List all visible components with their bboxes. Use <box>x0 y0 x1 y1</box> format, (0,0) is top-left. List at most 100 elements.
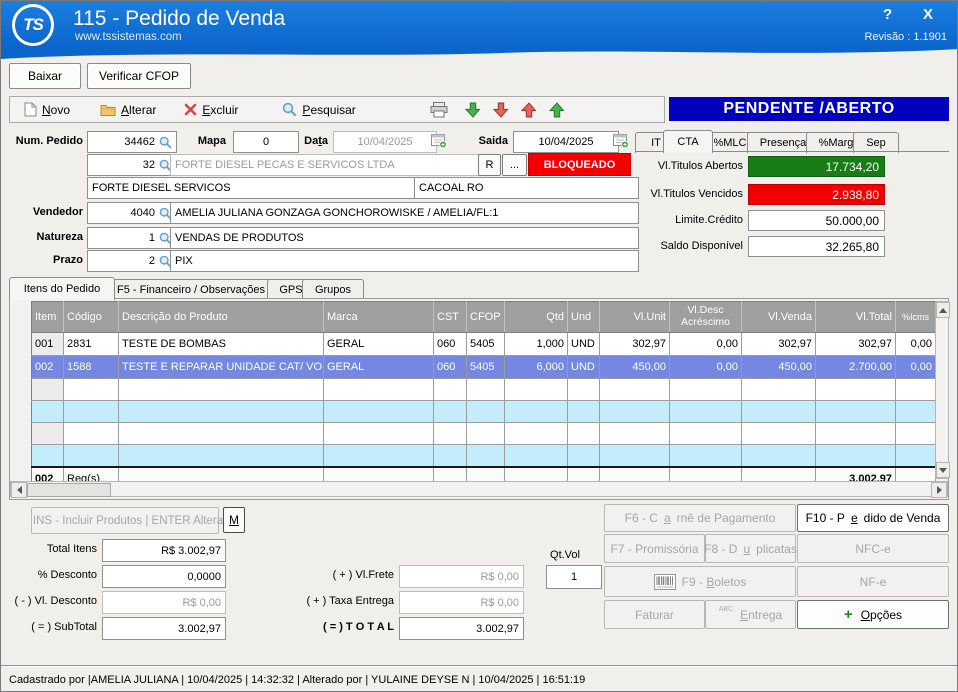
revision-label: Revisão : 1.1901 <box>864 31 947 43</box>
vertical-scrollbar[interactable] <box>935 301 949 479</box>
pesquisar-button[interactable]: Pesquisar <box>282 102 355 117</box>
print-icon <box>430 102 449 118</box>
data-field[interactable]: 10/04/2025 <box>333 131 437 153</box>
prazo-codigo-field[interactable]: 2 <box>87 250 177 272</box>
plus-icon: + <box>844 606 853 623</box>
close-button[interactable]: X <box>923 6 933 23</box>
mapa-field[interactable]: 0 <box>233 131 299 153</box>
prazo-nome-field[interactable]: PIX <box>170 250 639 272</box>
move-up-red-button[interactable] <box>521 102 537 118</box>
move-down-red-button[interactable] <box>493 102 509 118</box>
natureza-codigo-field[interactable]: 1 <box>87 227 177 249</box>
move-up-green-button[interactable] <box>549 102 565 118</box>
excluir-button[interactable]: Excluir <box>184 103 238 117</box>
tab-itens-do-pedido[interactable]: Itens do Pedido <box>9 277 115 300</box>
f6-carne-pagamento-button[interactable]: F6 - Carnê de Pagamento <box>604 504 796 532</box>
perc-desconto-label: % Desconto <box>1 569 97 581</box>
table-row-empty[interactable] <box>32 379 936 401</box>
table-row-empty[interactable] <box>32 401 936 423</box>
natureza-nome-field[interactable]: VENDAS DE PRODUTOS <box>170 227 639 249</box>
ins-incluir-produtos-button[interactable]: INS - Incluir Produtos | ENTER Altera <box>31 507 219 534</box>
col-descricao[interactable]: Descrição do Produto <box>119 302 324 333</box>
vl-desconto-field[interactable]: R$ 0,00 <box>102 591 226 614</box>
scroll-down-icon[interactable] <box>936 462 950 478</box>
alterar-label: Alterar <box>121 103 156 117</box>
r-button[interactable]: R <box>478 154 501 176</box>
alterar-button[interactable]: Alterar <box>100 103 156 117</box>
novo-button[interactable]: Novo <box>24 102 70 117</box>
col-und[interactable]: Und <box>568 302 600 333</box>
scroll-up-icon[interactable] <box>936 302 950 318</box>
scroll-right-icon[interactable] <box>931 482 947 498</box>
nfce-button[interactable]: NFC-e <box>797 534 949 563</box>
opcoes-button[interactable]: + Opções <box>797 600 949 629</box>
saida-field[interactable]: 10/04/2025 <box>513 131 619 153</box>
taxa-entrega-label: ( + ) Taxa Entrega <box>281 595 394 607</box>
col-codigo[interactable]: Código <box>64 302 119 333</box>
baixar-button[interactable]: Baixar <box>9 63 81 89</box>
col-marca[interactable]: Marca <box>324 302 434 333</box>
horizontal-scrollbar[interactable] <box>10 481 948 497</box>
table-row-empty[interactable] <box>32 445 936 468</box>
limite-credito-label: Limite.Crédito <box>635 214 743 226</box>
abc-icon: ABC <box>719 606 733 613</box>
m-button[interactable]: M <box>223 507 245 533</box>
table-row-selected[interactable]: 002 1588 TESTE E REPARAR UNIDADE CAT/ VO… <box>32 356 936 379</box>
print-button[interactable] <box>430 102 449 118</box>
scroll-left-icon[interactable] <box>11 482 27 498</box>
vendedor-label: Vendedor <box>1 206 83 218</box>
calendar-icon[interactable] <box>431 132 447 148</box>
tab-sep[interactable]: Sep <box>853 132 899 153</box>
col-cst[interactable]: CST <box>434 302 467 333</box>
f7-promissoria-button[interactable]: F7 - Promissória <box>604 534 705 563</box>
status-badge: PENDENTE /ABERTO <box>669 97 949 121</box>
col-vl-desc[interactable]: Vl.Desc Acréscimo <box>670 302 742 333</box>
verificar-cfop-button[interactable]: Verificar CFOP <box>87 63 191 89</box>
vendedor-codigo-field[interactable]: 4040 <box>87 202 177 224</box>
col-icms[interactable]: %Icms <box>896 302 936 333</box>
move-down-green-button[interactable] <box>465 102 481 118</box>
f8-duplicatas-button[interactable]: F8 - Duplicatas <box>705 534 796 563</box>
qtvol-field[interactable]: 1 <box>546 565 602 589</box>
col-vl-total[interactable]: Vl.Total <box>816 302 896 333</box>
titlebar-wave <box>1 47 958 61</box>
col-vl-unit[interactable]: Vl.Unit <box>600 302 670 333</box>
cidade-field[interactable]: CACOAL RO <box>414 177 639 199</box>
vl-frete-field[interactable]: R$ 0,00 <box>399 565 524 588</box>
col-cfop[interactable]: CFOP <box>467 302 505 333</box>
nfe-button[interactable]: NF-e <box>797 566 949 597</box>
tab-grupos[interactable]: Grupos <box>302 279 364 300</box>
natureza-label: Natureza <box>1 231 83 243</box>
titulos-abertos-label: Vl.Titulos Abertos <box>635 160 743 172</box>
entrega-button[interactable]: ABC Entrega <box>705 600 796 629</box>
table-row[interactable]: 001 2831 TESTE DE BOMBAS GERAL 060 5405 … <box>32 333 936 356</box>
f9-boletos-button[interactable]: F9 - Boletos <box>604 566 796 597</box>
vendedor-nome-field[interactable]: AMELIA JULIANA GONZAGA GONCHOROWISKE / A… <box>170 202 639 224</box>
subtotal-field: 3.002,97 <box>102 617 226 640</box>
cliente-codigo-field[interactable]: 32 <box>87 154 177 176</box>
novo-label: Novo <box>42 103 70 117</box>
saldo-disponivel-label: Saldo Disponível <box>635 240 743 252</box>
cliente-nome-field[interactable]: FORTE DIESEL PECAS E SERVICOS LTDA <box>170 154 483 176</box>
col-qtd[interactable]: Qtd <box>505 302 568 333</box>
col-vl-venda[interactable]: Vl.Venda <box>742 302 816 333</box>
taxa-entrega-field[interactable]: R$ 0,00 <box>399 591 524 614</box>
calendar-icon[interactable] <box>613 132 629 148</box>
scrollbar-thumb[interactable] <box>27 483 111 497</box>
ins-button-label: INS - Incluir Produtos | ENTER Altera <box>33 515 223 527</box>
mapa-label: Mapa <box>161 135 226 147</box>
tab-cta[interactable]: CTA <box>663 130 713 153</box>
titulos-vencidos-value: 2.938,80 <box>748 184 885 205</box>
help-button[interactable]: ? <box>883 6 892 23</box>
tab-f5-financeiro[interactable]: F5 - Financeiro / Observações <box>102 279 280 300</box>
data-label: Data <box>291 135 328 147</box>
arrow-up-green-icon <box>549 102 565 118</box>
saldo-disponivel-value: 32.265,80 <box>748 236 885 257</box>
dots-button[interactable]: ... <box>502 154 527 176</box>
faturar-button[interactable]: Faturar <box>604 600 705 629</box>
f10-pedido-venda-button[interactable]: F10 - Pedido de Venda <box>797 504 949 532</box>
table-row-empty[interactable] <box>32 423 936 445</box>
col-item[interactable]: Item <box>32 302 64 333</box>
fantasia-field[interactable]: FORTE DIESEL SERVICOS <box>87 177 421 199</box>
perc-desconto-field[interactable]: 0,0000 <box>102 565 226 588</box>
